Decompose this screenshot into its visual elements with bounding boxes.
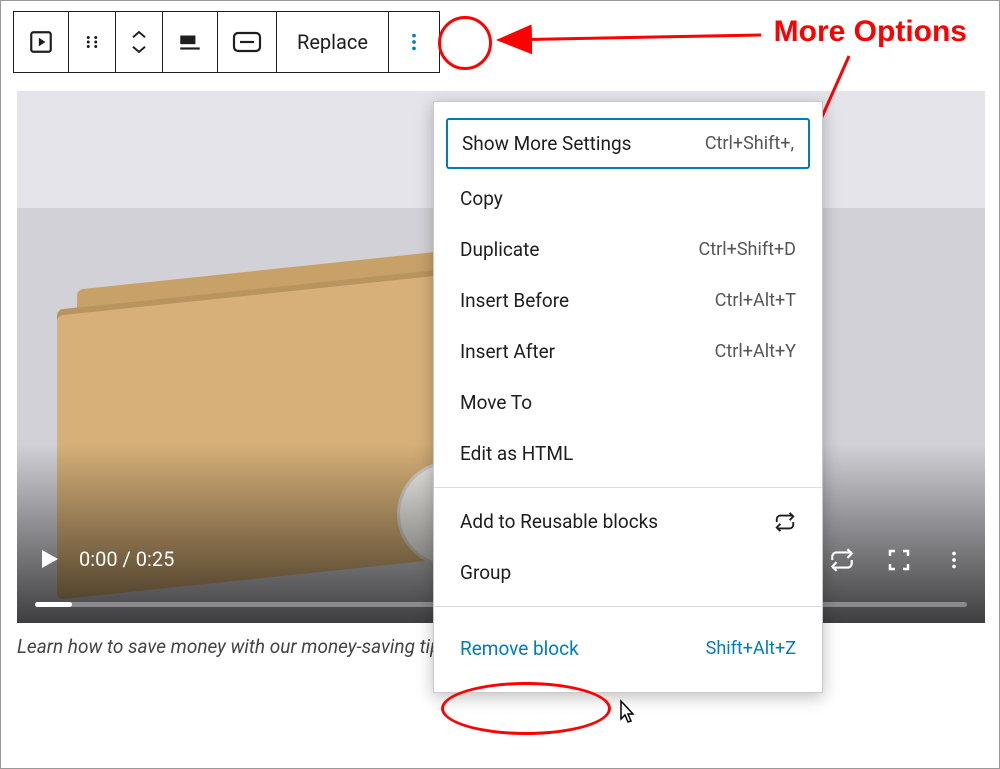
menu-item-label: Insert After — [460, 340, 555, 363]
drag-handle[interactable] — [69, 12, 116, 72]
replace-label: Replace — [297, 30, 368, 54]
menu-item-label: Show More Settings — [462, 132, 631, 155]
block-movers — [116, 12, 163, 72]
media-settings-button[interactable] — [218, 12, 277, 72]
refresh-icon — [774, 511, 796, 533]
menu-item-label: Add to Reusable blocks — [460, 510, 658, 533]
drag-icon — [83, 33, 101, 51]
menu-item-show-more-settings[interactable]: Show More Settings Ctrl+Shift+, — [446, 118, 810, 169]
move-up-button[interactable] — [130, 29, 148, 41]
video-block-icon — [28, 29, 54, 55]
menu-item-label: Group — [460, 561, 511, 584]
video-caption[interactable]: Learn how to save money with our money-s… — [17, 635, 450, 658]
block-toolbar: Replace — [13, 11, 440, 73]
annotation-more-circle — [438, 16, 492, 70]
more-options-menu: Show More Settings Ctrl+Shift+, Copy Dup… — [433, 101, 823, 693]
menu-item-label: Insert Before — [460, 289, 569, 312]
menu-item-edit-as-html[interactable]: Edit as HTML — [434, 428, 822, 479]
menu-item-shortcut: Ctrl+Shift+D — [699, 239, 796, 260]
media-settings-icon — [232, 31, 262, 53]
replace-button[interactable]: Replace — [277, 12, 389, 72]
video-progress-fill — [35, 602, 72, 607]
menu-item-insert-after[interactable]: Insert After Ctrl+Alt+Y — [434, 326, 822, 377]
block-type-button[interactable] — [14, 12, 69, 72]
align-icon — [177, 29, 203, 55]
menu-item-remove-block[interactable]: Remove block Shift+Alt+Z — [434, 615, 822, 680]
menu-item-label: Remove block — [460, 637, 579, 660]
fullscreen-button[interactable] — [887, 548, 911, 572]
align-button[interactable] — [163, 12, 218, 72]
video-time: 0:00 / 0:25 — [79, 547, 174, 571]
menu-divider — [434, 487, 822, 488]
menu-item-duplicate[interactable]: Duplicate Ctrl+Shift+D — [434, 224, 822, 275]
loop-button[interactable] — [829, 547, 855, 573]
menu-item-add-reusable[interactable]: Add to Reusable blocks — [434, 496, 822, 547]
move-down-button[interactable] — [130, 43, 148, 55]
annotation-label: More Options — [774, 15, 967, 49]
video-more-button[interactable] — [943, 549, 965, 571]
menu-item-shortcut: Ctrl+Shift+, — [705, 133, 794, 154]
menu-item-shortcut: Ctrl+Alt+T — [715, 290, 796, 311]
menu-divider — [434, 606, 822, 607]
more-options-button[interactable] — [389, 12, 439, 72]
menu-item-label: Copy — [460, 187, 503, 210]
play-button[interactable] — [37, 547, 61, 571]
menu-item-move-to[interactable]: Move To — [434, 377, 822, 428]
menu-item-shortcut: Shift+Alt+Z — [706, 638, 796, 659]
menu-item-shortcut: Ctrl+Alt+Y — [715, 341, 796, 362]
more-options-icon — [403, 31, 425, 53]
menu-item-label: Duplicate — [460, 238, 539, 261]
menu-item-label: Move To — [460, 391, 532, 414]
menu-item-copy[interactable]: Copy — [434, 173, 822, 224]
menu-item-insert-before[interactable]: Insert Before Ctrl+Alt+T — [434, 275, 822, 326]
menu-item-label: Edit as HTML — [460, 442, 573, 465]
menu-item-group[interactable]: Group — [434, 547, 822, 598]
cursor-icon — [615, 699, 637, 729]
